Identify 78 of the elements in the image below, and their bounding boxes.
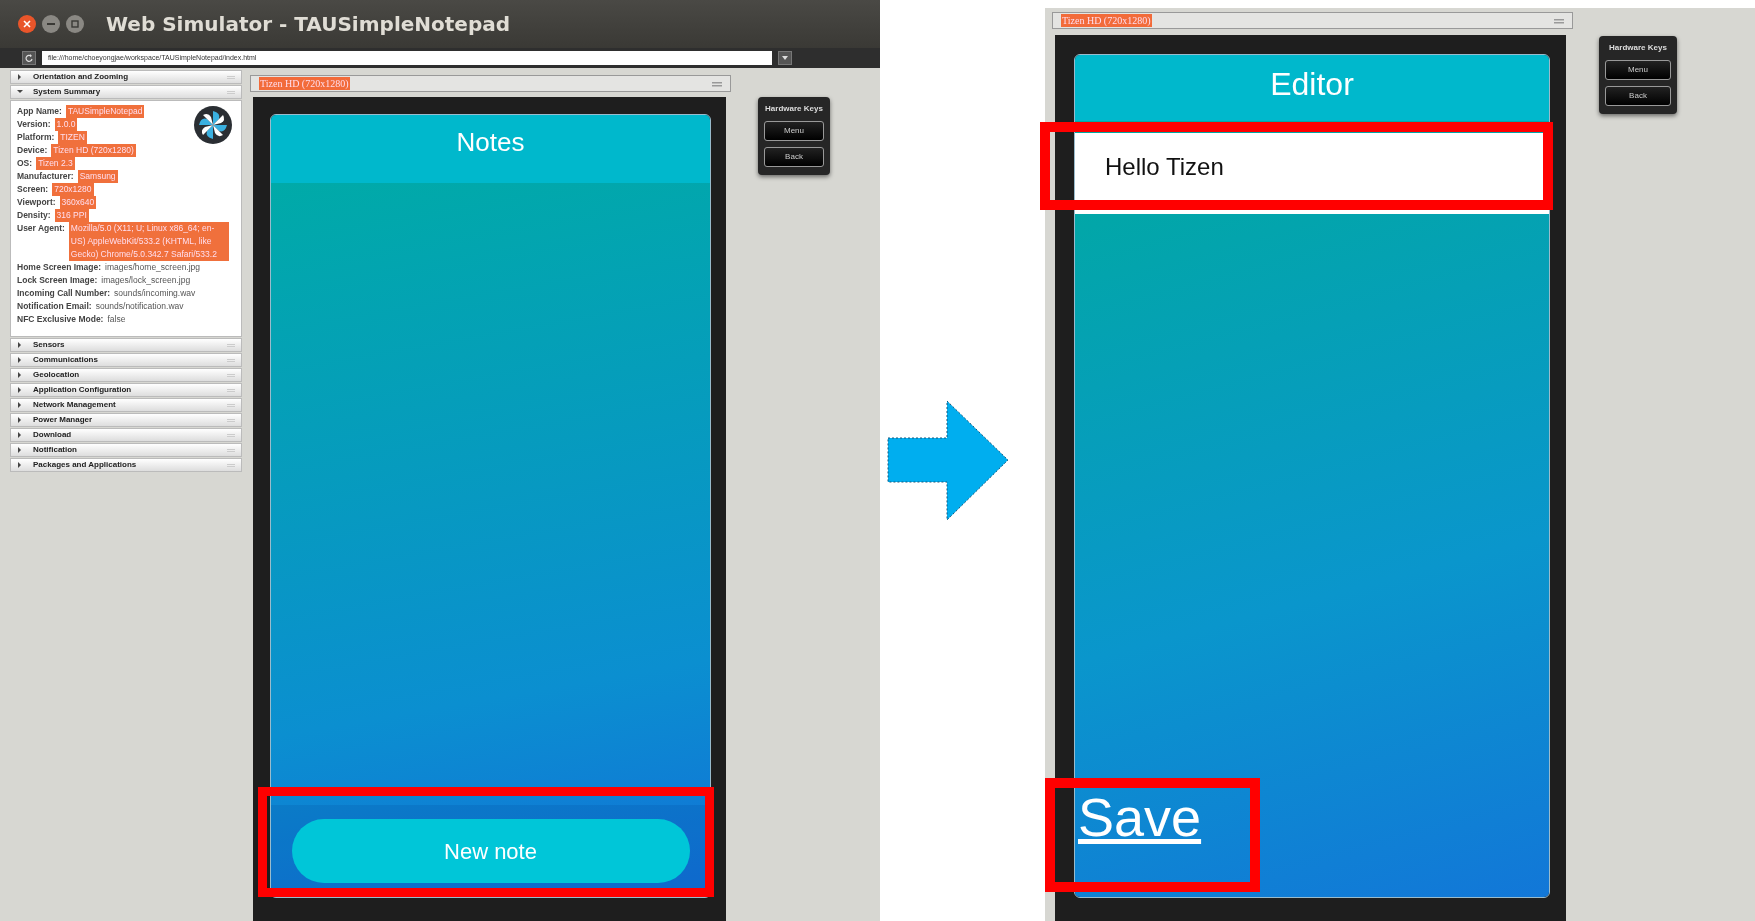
grip-icon <box>227 402 235 408</box>
field-value: Tizen HD (720x1280) <box>51 144 136 157</box>
grip-icon[interactable] <box>712 80 722 87</box>
sidebar-section-header[interactable]: System Summary <box>10 85 242 99</box>
panel-title: Hardware Keys <box>1608 42 1668 54</box>
maximize-icon <box>71 20 79 28</box>
field-label: OS: <box>17 157 33 170</box>
field-value: images/lock_screen.jpg <box>101 274 191 287</box>
field-label: Viewport: <box>17 196 56 209</box>
field-label: Platform: <box>17 131 55 144</box>
close-button[interactable] <box>18 15 36 33</box>
menu-key-button[interactable]: Menu <box>764 121 824 141</box>
grip-icon[interactable] <box>1554 17 1564 24</box>
grip-icon <box>227 417 235 423</box>
field-value: TAUSimpleNotepad <box>65 105 145 118</box>
sidebar-section-header[interactable]: Sensors <box>10 338 242 352</box>
sidebar-section-header[interactable]: Packages and Applications <box>10 458 242 472</box>
menu-key-button[interactable]: Menu <box>1605 60 1671 80</box>
right-arrow-icon <box>887 399 1009 522</box>
grip-icon <box>227 342 235 348</box>
field-value: 720x1280 <box>52 183 94 196</box>
field-label: User Agent: <box>17 222 65 235</box>
field-value: 1.0.0 <box>54 118 78 131</box>
maximize-button[interactable] <box>66 15 84 33</box>
field-value: TIZEN <box>58 131 87 144</box>
pinwheel-logo-icon <box>193 105 233 145</box>
grip-icon <box>227 387 235 393</box>
field-label: App Name: <box>17 105 62 118</box>
minimize-icon <box>47 20 55 28</box>
field-value: Mozilla/5.0 (X11; U; Linux x86_64; en-US) AppleWebKit/533.2 (KHTML, like Gecko) Chrome/5.0.342.7 Safari/533.2 <box>68 222 229 261</box>
field-label: Manufacturer: <box>17 170 74 183</box>
grip-icon <box>227 357 235 363</box>
refresh-icon <box>25 54 33 62</box>
app-header: Notes <box>271 115 710 183</box>
refresh-button[interactable] <box>22 51 36 65</box>
save-link[interactable]: Save <box>1078 787 1202 847</box>
field-label: Screen: <box>17 183 49 196</box>
sidebar-section-header[interactable]: Notification <box>10 443 242 457</box>
close-icon <box>23 20 31 28</box>
grip-icon <box>227 372 235 378</box>
grip-icon <box>227 74 235 80</box>
sidebar-section-header[interactable]: Geolocation <box>10 368 242 382</box>
field-label: Device: <box>17 144 48 157</box>
sidebar-section-header[interactable]: Download <box>10 428 242 442</box>
field-label: Notification Email: <box>17 300 92 313</box>
field-value: Samsung <box>77 170 118 183</box>
field-label: Density: <box>17 209 51 222</box>
field-value: sounds/notification.wav <box>95 300 184 313</box>
field-label: Home Screen Image: <box>17 261 102 274</box>
grip-icon <box>227 462 235 468</box>
sidebar-section-header[interactable]: Application Configuration <box>10 383 242 397</box>
back-key-button[interactable]: Back <box>1605 86 1671 106</box>
field-value: false <box>107 313 126 326</box>
field-label: Version: <box>17 118 51 131</box>
device-label: Tizen HD (720x1280) <box>259 77 350 90</box>
sidebar-section-header[interactable]: Communications <box>10 353 242 367</box>
app-header: Editor <box>1075 55 1549 121</box>
sidebar-section-header[interactable]: Network Management <box>10 398 242 412</box>
field-label: NFC Exclusive Mode: <box>17 313 104 326</box>
caret-icon <box>782 55 788 61</box>
grip-icon <box>227 89 235 95</box>
dropdown-button[interactable] <box>778 51 792 65</box>
minimize-button[interactable] <box>42 15 60 33</box>
field-value: images/home_screen.jpg <box>105 261 201 274</box>
field-label: Incoming Call Number: <box>17 287 111 300</box>
back-key-button[interactable]: Back <box>764 147 824 167</box>
panel-title: Hardware Keys <box>764 103 824 115</box>
window-title: Web Simulator - TAUSimpleNotepad <box>106 11 511 38</box>
field-value: 360x640 <box>59 196 97 209</box>
sidebar-section-header[interactable]: Power Manager <box>10 413 242 427</box>
sidebar-section-header[interactable]: Orientation and Zooming <box>10 70 242 84</box>
field-label: Lock Screen Image: <box>17 274 98 287</box>
field-value: Tizen 2.3 <box>36 157 75 170</box>
field-value: sounds/incoming.wav <box>114 287 196 300</box>
device-label: Tizen HD (720x1280) <box>1061 14 1152 27</box>
grip-icon <box>227 432 235 438</box>
grip-icon <box>227 447 235 453</box>
field-value: 316 PPI <box>54 209 89 222</box>
